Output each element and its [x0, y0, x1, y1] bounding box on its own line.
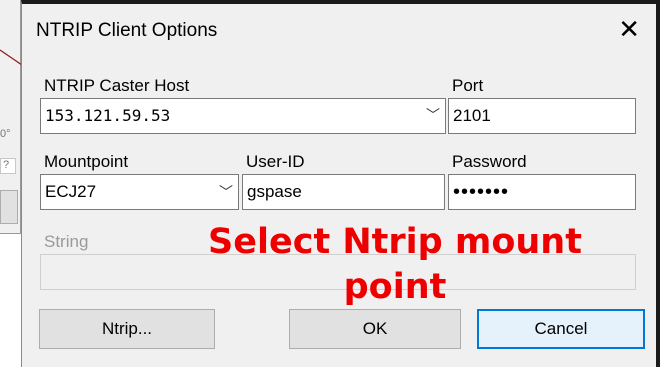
ntrip-client-options-dialog: NTRIP Client Options ✕ NTRIP Caster Host… [21, 0, 660, 367]
password-value: ••••••• [453, 181, 510, 203]
annotation-text: Select Ntrip mount point [208, 222, 582, 307]
ok-button[interactable]: OK [289, 309, 461, 349]
password-field[interactable]: ••••••• [448, 174, 636, 210]
user-id-value: gspase [247, 182, 302, 201]
close-icon[interactable]: ✕ [618, 16, 640, 42]
ntrip-button[interactable]: Ntrip... [39, 309, 215, 349]
background-field-fragment: ? [0, 158, 16, 174]
mountpoint-label: Mountpoint [44, 152, 129, 171]
mountpoint-combobox[interactable]: ECJ27 ﹀ [40, 174, 239, 210]
background-window: 0° ? [0, 0, 21, 234]
caster-host-combobox[interactable]: 153.121.59.53 ﹀ [40, 98, 446, 134]
string-label: String [44, 232, 89, 251]
chevron-down-icon[interactable]: ﹀ [216, 175, 236, 209]
chevron-down-icon[interactable]: ﹀ [423, 99, 443, 133]
caster-host-value: 153.121.59.53 [45, 106, 171, 125]
dialog-title: NTRIP Client Options [36, 20, 218, 41]
background-text-fragment: ? [3, 159, 10, 171]
port-field[interactable]: 2101 [448, 98, 636, 134]
password-label: Password [452, 152, 527, 171]
port-value: 2101 [453, 106, 491, 125]
cancel-button[interactable]: Cancel [477, 309, 645, 349]
port-label: Port [452, 76, 484, 95]
background-text-fragment: 0° [0, 128, 11, 140]
mountpoint-value: ECJ27 [45, 182, 97, 201]
background-button-fragment [0, 190, 18, 224]
user-id-label: User-ID [246, 152, 305, 171]
caster-host-label: NTRIP Caster Host [44, 76, 190, 95]
user-id-field[interactable]: gspase [242, 174, 445, 210]
